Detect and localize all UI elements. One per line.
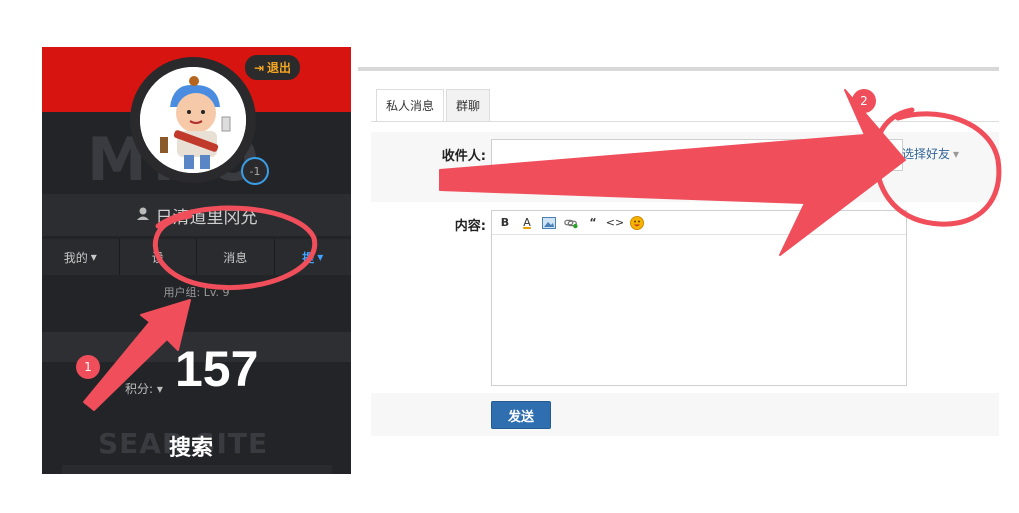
search-input[interactable] (62, 465, 332, 474)
nav-item-label: 提 (302, 250, 315, 265)
profile-nav: 我的 ▾ 设 消息 提 ▾ (42, 239, 351, 275)
avatar[interactable] (130, 57, 256, 183)
quote-icon[interactable]: “ (586, 216, 600, 230)
nav-item-label: 消息 (223, 250, 248, 265)
score-label[interactable]: 积分: ▾ (125, 380, 163, 397)
avatar-badge: -1 (241, 157, 269, 185)
user-group: 用户组: Lv. 9 (163, 286, 230, 299)
send-row (371, 393, 999, 436)
username: 日清道里冈允 (155, 207, 258, 228)
annotation-marker-1: 1 (76, 355, 100, 379)
send-button[interactable]: 发送 (491, 401, 551, 429)
bold-icon[interactable]: B (498, 216, 512, 230)
annotation-marker-2: 2 (852, 89, 876, 113)
tab-group-chat[interactable]: 群聊 (446, 89, 491, 121)
logout-button[interactable]: ⇥ 退出 (245, 55, 300, 80)
username-bar: 日清道里冈允 (42, 194, 351, 236)
editor-toolbar: B A “ <> (492, 211, 906, 235)
code-icon[interactable]: <> (606, 216, 624, 230)
message-tabs: 私人消息 群聊 (376, 89, 492, 122)
image-icon[interactable] (542, 216, 556, 230)
recipient-label: 收件人: (441, 149, 486, 164)
tab-underline (371, 121, 999, 122)
nav-item-label: 设 (151, 250, 164, 265)
nav-item-settings[interactable]: 设 (119, 239, 197, 275)
nav-item-mine[interactable]: 我的 ▾ (42, 239, 120, 275)
link-icon[interactable] (564, 216, 578, 230)
caret-down-icon: ▾ (90, 250, 97, 264)
caret-down-icon: ▾ (953, 146, 960, 161)
message-compose-panel: 私人消息 群聊 收件人: 多个用户 选择好友 ▾ 内容: B A “ <> 发送 (358, 67, 999, 447)
search-title: 搜索 (169, 436, 214, 461)
nav-item-reminders[interactable]: 提 ▾ (274, 239, 351, 275)
caret-down-icon: ▾ (156, 382, 163, 396)
user-icon (136, 205, 150, 225)
nav-item-label: 我的 (63, 250, 88, 265)
choose-friend-label: 选择好友 (902, 147, 951, 161)
font-color-icon[interactable]: A (520, 216, 534, 230)
avatar-image (140, 67, 246, 173)
score-label-text: 积分: (125, 382, 154, 396)
logout-icon: ⇥ (253, 60, 265, 75)
content-label: 内容: (454, 219, 486, 234)
caret-down-icon: ▾ (317, 250, 324, 264)
nav-item-messages[interactable]: 消息 (197, 239, 275, 275)
left-profile-panel: MI O SEAR SITE ⇥ 退出 -1 (42, 47, 351, 474)
recipient-hint: 多个用户 (491, 178, 535, 191)
content-editor[interactable]: B A “ <> (491, 210, 907, 386)
tab-private-message[interactable]: 私人消息 (376, 89, 445, 121)
choose-friend-dropdown[interactable]: 选择好友 ▾ (902, 145, 959, 162)
logout-label: 退出 (267, 61, 292, 75)
recipient-input[interactable] (491, 139, 903, 171)
top-divider (358, 67, 999, 71)
emoji-icon[interactable] (630, 215, 644, 230)
score-value: 157 (175, 341, 259, 397)
